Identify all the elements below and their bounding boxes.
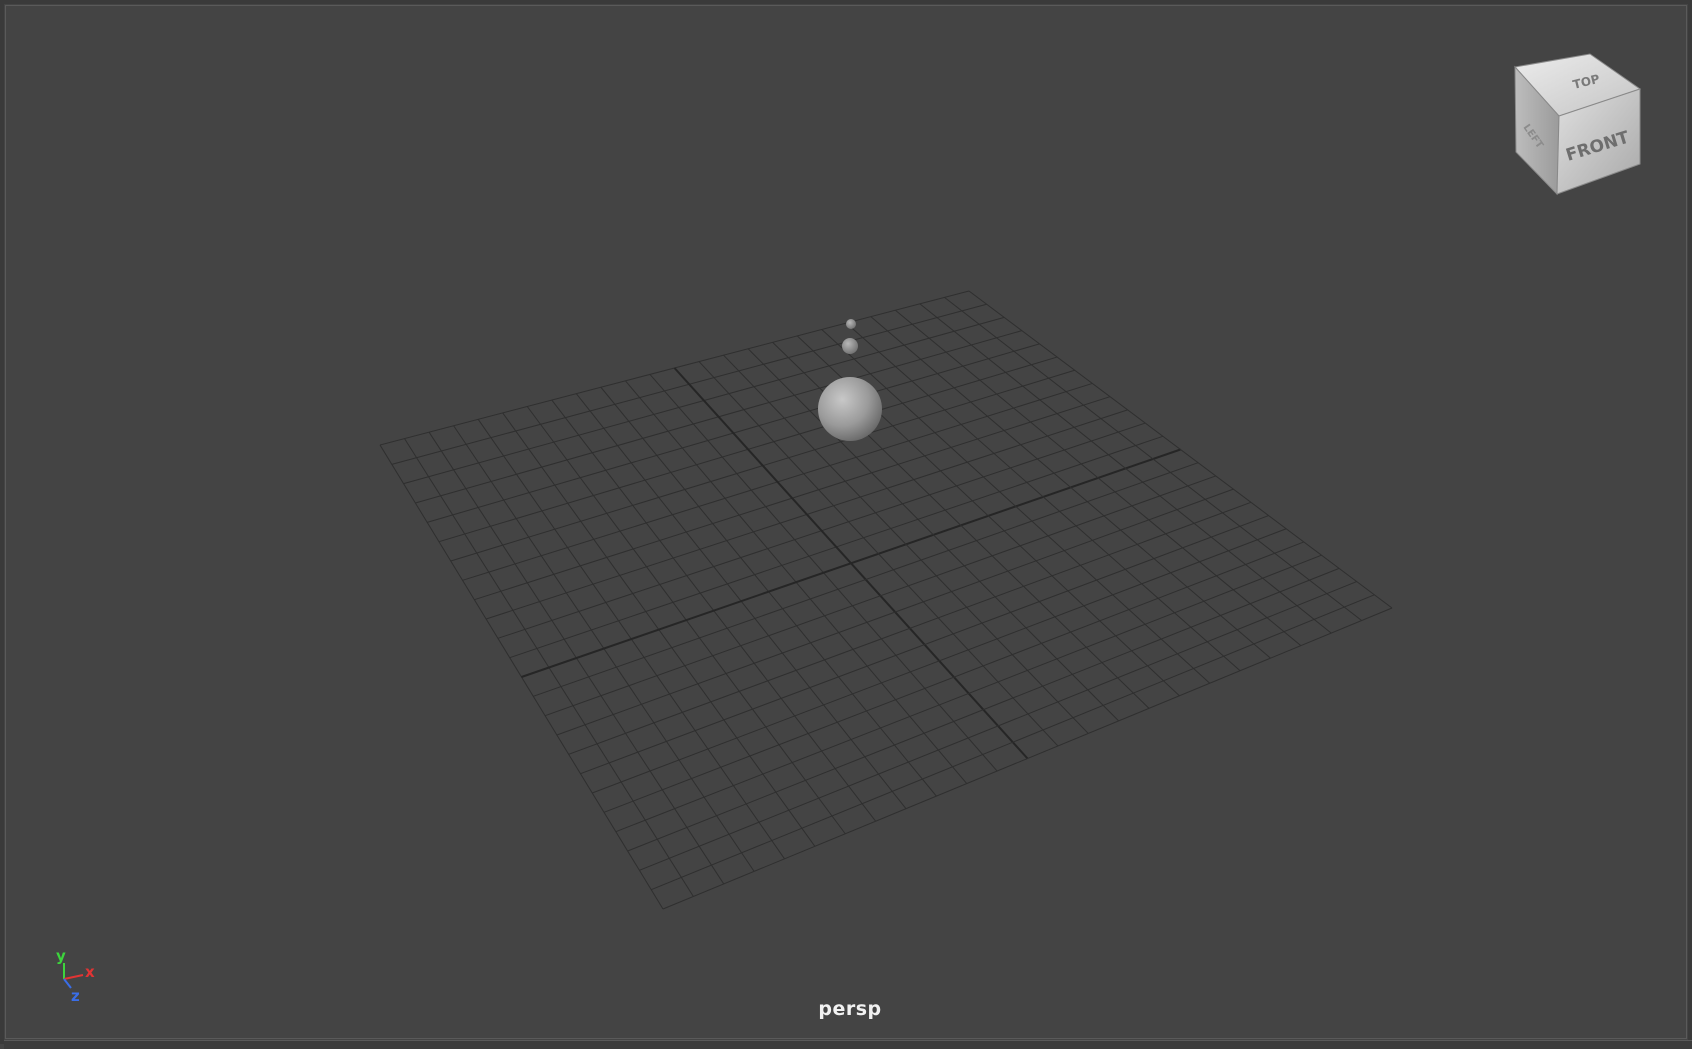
grid-line bbox=[639, 581, 1357, 871]
viewport-canvas[interactable]: TOP FRONT LEFT y x z bbox=[4, 4, 1692, 1048]
sphere-large[interactable] bbox=[818, 377, 882, 441]
grid-line bbox=[592, 528, 1287, 794]
grid-line bbox=[627, 567, 1340, 852]
x-axis-label: x bbox=[85, 963, 95, 981]
grid-line bbox=[615, 554, 1322, 833]
camera-name-label: persp bbox=[818, 998, 882, 1020]
grid-line bbox=[747, 348, 1119, 722]
viewport-bottom-border bbox=[4, 1040, 1692, 1049]
x-axis-line bbox=[63, 974, 84, 980]
sphere-medium[interactable] bbox=[842, 338, 858, 354]
grid-line bbox=[895, 309, 1302, 647]
y-axis-label: y bbox=[56, 947, 66, 965]
grid-line bbox=[944, 297, 1362, 621]
grid-line bbox=[968, 290, 1393, 609]
grid-line bbox=[821, 329, 1211, 684]
grid-line bbox=[870, 316, 1271, 659]
ground-grid bbox=[379, 290, 1393, 910]
grid-line bbox=[662, 607, 1393, 910]
persp-viewport[interactable]: TOP FRONT LEFT y x z persp bbox=[0, 0, 1692, 1049]
z-axis-line bbox=[63, 978, 72, 989]
axis-gizmo: y x z bbox=[56, 947, 95, 1005]
grid-line bbox=[603, 541, 1305, 813]
view-cube[interactable]: TOP FRONT LEFT bbox=[1514, 53, 1642, 196]
grid-line bbox=[845, 322, 1241, 672]
grid-line bbox=[544, 475, 1216, 717]
sphere-small[interactable] bbox=[846, 319, 856, 329]
